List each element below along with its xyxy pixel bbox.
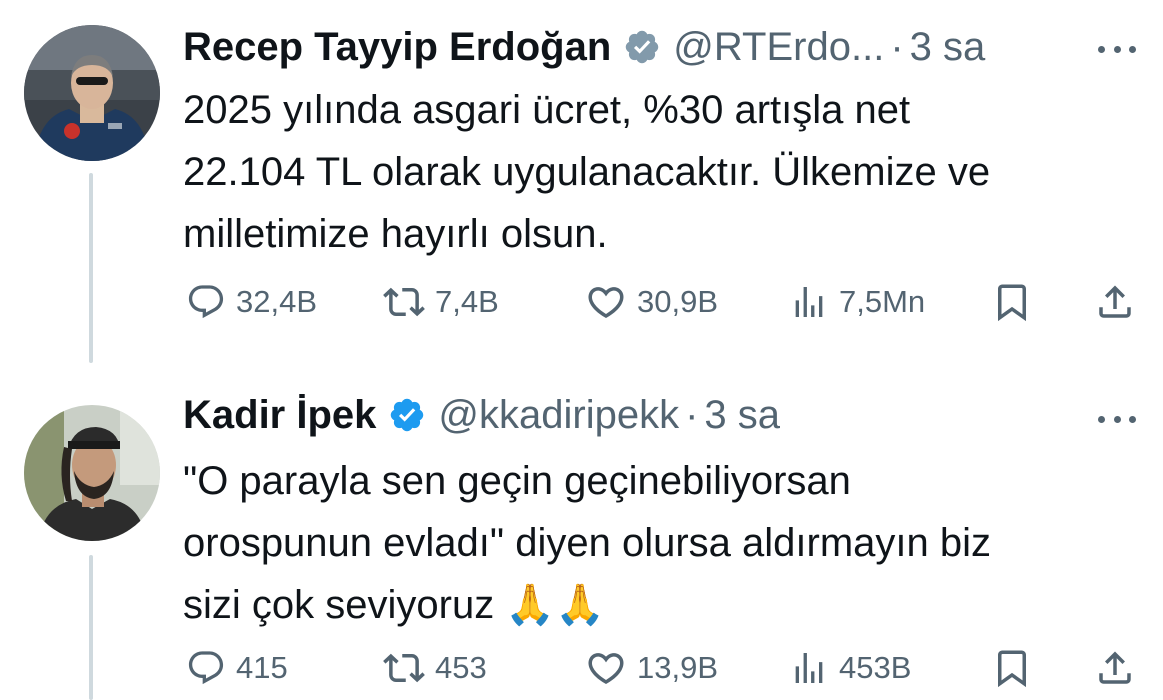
reply-icon	[188, 285, 224, 319]
avatar[interactable]	[24, 405, 160, 541]
tweet-header: Recep Tayyip Erdoğan @RTErdo... · 3 sa	[183, 22, 985, 72]
reply-button[interactable]: 415	[186, 643, 288, 693]
share-icon	[1099, 285, 1131, 318]
reply-icon	[188, 651, 224, 685]
reply-button[interactable]: 32,4B	[186, 277, 317, 327]
views-count: 453B	[839, 650, 912, 685]
avatar-image	[24, 25, 160, 161]
like-button[interactable]: 13,9B	[585, 643, 718, 693]
retweet-button[interactable]: 453	[383, 643, 487, 693]
tweet-text-line: 2025 yılında asgari ücret, %30 artışla n…	[183, 88, 911, 132]
timestamp[interactable]: 3 sa	[704, 390, 780, 440]
like-icon	[588, 653, 624, 685]
display-name[interactable]: Kadir İpek	[183, 390, 376, 440]
timestamp[interactable]: 3 sa	[910, 22, 986, 72]
retweet-count: 453	[435, 650, 487, 685]
share-button[interactable]	[1094, 643, 1136, 693]
tweet-text-line: orospunun evladı" diyen olursa aldırmayı…	[183, 521, 991, 565]
views-icon	[795, 287, 823, 317]
like-count: 13,9B	[637, 650, 719, 685]
action-bar: 415 453 13,9B 453B	[0, 643, 1163, 693]
tweet-text-line: "O parayla sen geçin geçinebiliyorsan	[183, 459, 851, 503]
views-button[interactable]: 7,5Mn	[789, 277, 925, 327]
bookmark-icon	[998, 650, 1026, 688]
retweet-icon	[383, 653, 425, 683]
views-icon	[795, 653, 823, 683]
tweet-header: Kadir İpek @kkadiripekk · 3 sa	[183, 390, 780, 440]
verified-icon[interactable]	[623, 28, 661, 66]
bookmark-button[interactable]	[991, 643, 1033, 693]
separator-dot: ·	[685, 393, 699, 437]
more-icon[interactable]	[1098, 42, 1136, 56]
tweet[interactable]: Kadir İpek @kkadiripekk · 3 sa "O parayl…	[0, 360, 1163, 700]
tweet-text-line: milletimize hayırlı olsun.	[183, 212, 608, 256]
tweet-text: "O parayla sen geçin geçinebiliyorsan or…	[183, 450, 1143, 636]
retweet-count: 7,4B	[435, 284, 499, 319]
retweet-icon	[383, 287, 425, 317]
reply-count: 32,4B	[236, 284, 318, 319]
bookmark-button[interactable]	[991, 277, 1033, 327]
tweet-text-line: sizi çok seviyoruz 🙏🙏	[183, 583, 605, 627]
tweet[interactable]: Recep Tayyip Erdoğan @RTErdo... · 3 sa 2…	[0, 0, 1163, 363]
display-name[interactable]: Recep Tayyip Erdoğan	[183, 22, 611, 72]
avatar[interactable]	[24, 25, 160, 161]
separator-dot: ·	[890, 25, 904, 69]
views-count: 7,5Mn	[839, 284, 926, 319]
bookmark-icon	[998, 284, 1026, 322]
avatar-image	[24, 405, 160, 541]
retweet-button[interactable]: 7,4B	[383, 277, 499, 327]
thread-line	[89, 173, 93, 363]
like-icon	[588, 287, 624, 319]
action-bar: 32,4B 7,4B 30,9B 7,5Mn	[0, 277, 1163, 327]
verified-icon[interactable]	[388, 396, 426, 434]
tweet-text: 2025 yılında asgari ücret, %30 artışla n…	[183, 79, 1143, 265]
reply-count: 415	[236, 650, 288, 685]
handle[interactable]: @RTErdo...	[673, 22, 884, 72]
like-button[interactable]: 30,9B	[585, 277, 718, 327]
tweet-text-line: 22.104 TL olarak uygulanacaktır. Ülkemiz…	[183, 150, 991, 194]
views-button[interactable]: 453B	[789, 643, 911, 693]
share-icon	[1099, 651, 1131, 684]
more-icon[interactable]	[1098, 412, 1136, 426]
like-count: 30,9B	[637, 284, 719, 319]
share-button[interactable]	[1094, 277, 1136, 327]
handle[interactable]: @kkadiripekk	[438, 390, 679, 440]
